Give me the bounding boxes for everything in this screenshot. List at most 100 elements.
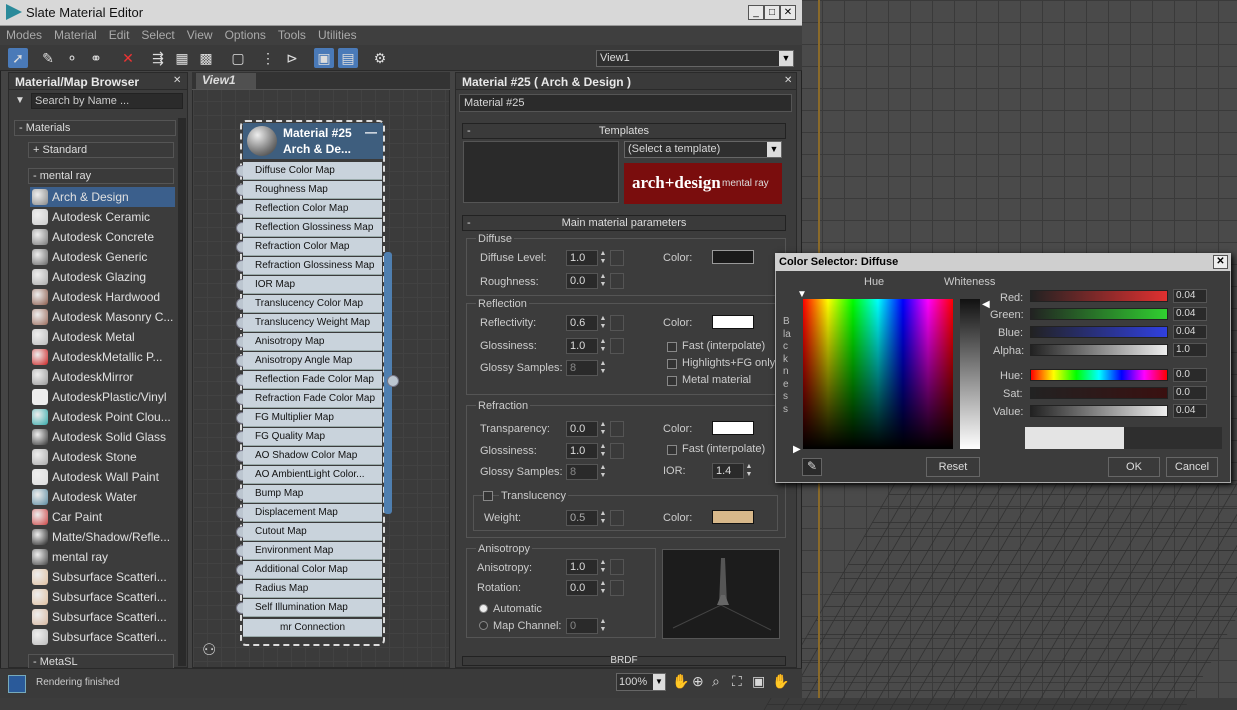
material-name-field[interactable]: Material #25 [459,94,792,112]
node-slot[interactable]: Environment Map [243,542,382,560]
alpha-value[interactable]: 1.0 [1173,343,1207,357]
node-slot[interactable]: FG Quality Map [243,428,382,446]
menu-edit[interactable]: Edit [103,26,136,44]
material-item[interactable]: Autodesk Glazing [30,267,175,287]
material-item[interactable]: Subsurface Scatteri... [30,587,175,607]
spinner-arrows-icon[interactable]: ▲ ▼ [598,273,608,289]
hue-value[interactable]: 0.0 [1173,368,1207,382]
parameter-editor-icon[interactable]: ▤ [338,48,358,68]
material-item[interactable]: Autodesk Stone [30,447,175,467]
material-item[interactable]: Arch & Design [30,187,175,207]
metal-material-checkbox[interactable] [667,376,677,386]
spinner-arrows-icon[interactable]: ▲ ▼ [744,463,754,479]
reflectivity-map-button[interactable] [610,315,624,331]
diffuse-color-swatch[interactable] [712,250,754,264]
node-slot[interactable]: Reflection Fade Color Map [243,371,382,389]
reflectivity-spinner[interactable]: 0.6 [566,315,598,331]
spinner-arrows-icon[interactable]: ▲ ▼ [598,315,608,331]
ior-spinner[interactable]: 1.4 [712,463,744,479]
spinner-arrows-icon[interactable]: ▲ ▼ [598,250,608,266]
diffuse-level-spinner[interactable]: 1.0 [566,250,598,266]
blackness-pointer-icon[interactable]: ▶ [793,444,801,455]
hue-slider[interactable] [1030,369,1168,381]
zoom-selected-icon[interactable]: ▣ [752,673,765,690]
automatic-radio[interactable] [479,604,488,613]
material-item[interactable]: AutodeskMetallic P... [30,347,175,367]
node-slot[interactable]: Displacement Map [243,504,382,522]
menu-material[interactable]: Material [48,26,103,44]
template-list[interactable] [463,141,619,203]
node-slot[interactable]: Refraction Glossiness Map [243,257,382,275]
mr-connection-slot[interactable]: mr Connection [243,619,382,637]
roughness-map-button[interactable] [610,273,624,289]
tab-view1[interactable]: View1 [196,73,256,89]
green-slider[interactable] [1030,308,1168,320]
material-item[interactable]: Matte/Shadow/Refle... [30,527,175,547]
background-icon[interactable]: ▩ [196,48,216,68]
move-children-icon[interactable]: ⇶ [148,48,168,68]
menu-tools[interactable]: Tools [272,26,312,44]
value-value[interactable]: 0.04 [1173,404,1207,418]
blue-slider[interactable] [1030,326,1168,338]
diffuse-level-map-button[interactable] [610,250,624,266]
spinner-arrows-icon[interactable]: ▲ ▼ [598,464,608,480]
translucency-checkbox[interactable] [483,491,493,501]
menu-utilities[interactable]: Utilities [312,26,363,44]
template-dropdown[interactable]: (Select a template) ▼ [624,141,782,158]
highlights-fg-checkbox[interactable] [667,359,677,369]
value-slider[interactable] [1030,405,1168,417]
material-item[interactable]: mental ray [30,547,175,567]
refl-glossiness-spinner[interactable]: 1.0 [566,338,598,354]
node-slot[interactable]: Bump Map [243,485,382,503]
anisotropy-spinner[interactable]: 1.0 [566,559,598,575]
node-header[interactable]: Material #25 Arch & De... — [243,123,383,159]
pan-icon[interactable]: ✋ [672,673,689,690]
material-item[interactable]: AutodeskMirror [30,367,175,387]
material-item[interactable]: Autodesk Solid Glass [30,427,175,447]
material-item[interactable]: Autodesk Masonry C... [30,307,175,327]
refr-samples-spinner[interactable]: 8 [566,464,598,480]
spinner-arrows-icon[interactable]: ▲ ▼ [598,559,608,575]
material-item[interactable]: Autodesk Wall Paint [30,467,175,487]
layout-children-icon[interactable]: ⋮ [258,48,278,68]
refr-glossiness-spinner[interactable]: 1.0 [566,443,598,459]
material-item[interactable]: Subsurface Scatteri... [30,627,175,647]
zoom-dropdown[interactable]: 100% ▼ [616,673,666,691]
refr-fast-checkbox[interactable] [667,445,677,455]
node-slot[interactable]: AO AmbientLight Color... [243,466,382,484]
material-item[interactable]: Subsurface Scatteri... [30,607,175,627]
menu-modes[interactable]: Modes [0,26,48,44]
node-slot[interactable]: AO Shadow Color Map [243,447,382,465]
lay-out-icon[interactable]: ▢ [228,48,248,68]
output-socket[interactable] [387,375,399,387]
filter-icon[interactable]: ▼ [15,95,25,106]
material-item[interactable]: Subsurface Scatteri... [30,567,175,587]
select-tool-icon[interactable]: ➚ [8,48,28,68]
node-slot[interactable]: IOR Map [243,276,382,294]
material-item[interactable]: Autodesk Ceramic [30,207,175,227]
node-slot[interactable]: Anisotropy Map [243,333,382,351]
delete-icon[interactable]: ✕ [118,48,138,68]
material-item[interactable]: Autodesk Metal [30,327,175,347]
transl-color-swatch[interactable] [712,510,754,524]
sat-value[interactable]: 0.0 [1173,386,1207,400]
assign-material-icon[interactable]: ⚭ [86,48,106,68]
node-slot[interactable]: Radius Map [243,580,382,598]
roughness-spinner[interactable]: 0.0 [566,273,598,289]
material-item[interactable]: Autodesk Generic [30,247,175,267]
map-channel-radio[interactable] [479,621,488,630]
node-slot[interactable]: Anisotropy Angle Map [243,352,382,370]
fast-interpolate-checkbox[interactable] [667,342,677,352]
hide-slots-icon[interactable]: ⊳ [282,48,302,68]
search-input[interactable]: Search by Name ... [31,93,183,109]
material-item[interactable]: Autodesk Concrete [30,227,175,247]
rollout-brdf[interactable]: BRDF [462,656,786,666]
group-standard[interactable]: + Standard [28,142,174,158]
node-slot[interactable]: Diffuse Color Map [243,162,382,180]
browser-scrollbar[interactable] [178,118,186,666]
collapse-icon[interactable]: — [365,125,377,139]
menu-view[interactable]: View [181,26,219,44]
put-to-scene-icon[interactable]: ⚬ [62,48,82,68]
whiteness-slider[interactable] [960,299,980,449]
spinner-arrows-icon[interactable]: ▲ ▼ [598,360,608,376]
